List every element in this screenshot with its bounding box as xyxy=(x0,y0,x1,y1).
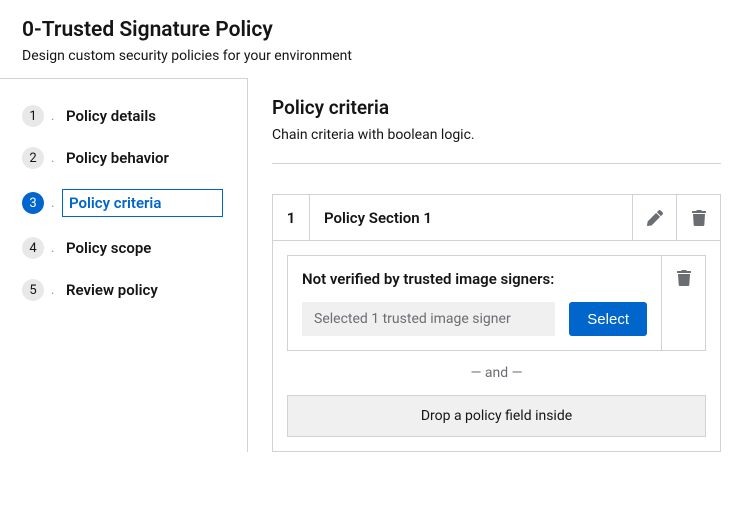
section-header: 1 Policy Section 1 xyxy=(273,195,720,241)
wizard-step-policy-scope[interactable]: 4 . Policy scope xyxy=(22,227,225,269)
delete-section-button[interactable] xyxy=(676,195,720,240)
logic-connector: — and — xyxy=(287,351,706,395)
wizard-step-policy-details[interactable]: 1 . Policy details xyxy=(22,95,225,137)
section-number: 1 xyxy=(273,195,310,240)
wizard-step-review-policy[interactable]: 5 . Review policy xyxy=(22,269,225,311)
step-separator: . xyxy=(51,109,55,124)
trash-icon xyxy=(676,270,692,286)
criteria-content: Not verified by trusted image signers: S… xyxy=(288,256,661,350)
select-button[interactable]: Select xyxy=(569,302,647,336)
drop-zone[interactable]: Drop a policy field inside xyxy=(287,395,706,437)
step-number-badge: 2 xyxy=(22,147,44,169)
criteria-input-row: Select xyxy=(302,302,647,336)
step-number-badge: 5 xyxy=(22,279,44,301)
step-label: Policy behavior xyxy=(62,147,173,169)
criteria-row: Not verified by trusted image signers: S… xyxy=(287,255,706,351)
divider xyxy=(272,163,721,164)
signer-selection-input[interactable] xyxy=(302,302,555,336)
main-title: Policy criteria xyxy=(272,96,721,119)
step-separator: . xyxy=(51,151,55,166)
wizard-sidebar: 1 . Policy details 2 . Policy behavior 3… xyxy=(0,78,248,452)
step-label: Review policy xyxy=(62,279,162,301)
edit-button[interactable] xyxy=(632,195,676,240)
step-separator: . xyxy=(51,283,55,298)
delete-criteria-button[interactable] xyxy=(661,256,705,350)
section-actions xyxy=(632,195,720,240)
main-panel: Policy criteria Chain criteria with bool… xyxy=(248,78,733,452)
page-title: 0-Trusted Signature Policy xyxy=(22,18,711,42)
main-subtitle: Chain criteria with boolean logic. xyxy=(272,127,721,143)
step-separator: . xyxy=(51,241,55,256)
page-header: 0-Trusted Signature Policy Design custom… xyxy=(0,0,733,78)
step-number-badge: 3 xyxy=(22,192,44,214)
section-title: Policy Section 1 xyxy=(310,195,632,240)
wizard-step-policy-criteria[interactable]: 3 . Policy criteria xyxy=(22,179,225,227)
wizard-step-policy-behavior[interactable]: 2 . Policy behavior xyxy=(22,137,225,179)
content-region: 1 . Policy details 2 . Policy behavior 3… xyxy=(0,78,733,452)
step-number-badge: 1 xyxy=(22,105,44,127)
criteria-body: Not verified by trusted image signers: S… xyxy=(273,241,720,395)
step-separator: . xyxy=(51,196,55,211)
policy-section-card: 1 Policy Section 1 Not verified by trust… xyxy=(272,194,721,452)
step-label: Policy details xyxy=(62,105,160,127)
step-number-badge: 4 xyxy=(22,237,44,259)
criteria-label: Not verified by trusted image signers: xyxy=(302,270,647,288)
step-label: Policy scope xyxy=(62,237,155,259)
pencil-icon xyxy=(647,210,663,226)
step-label: Policy criteria xyxy=(62,189,223,217)
trash-icon xyxy=(691,210,707,226)
page-subtitle: Design custom security policies for your… xyxy=(22,48,711,64)
